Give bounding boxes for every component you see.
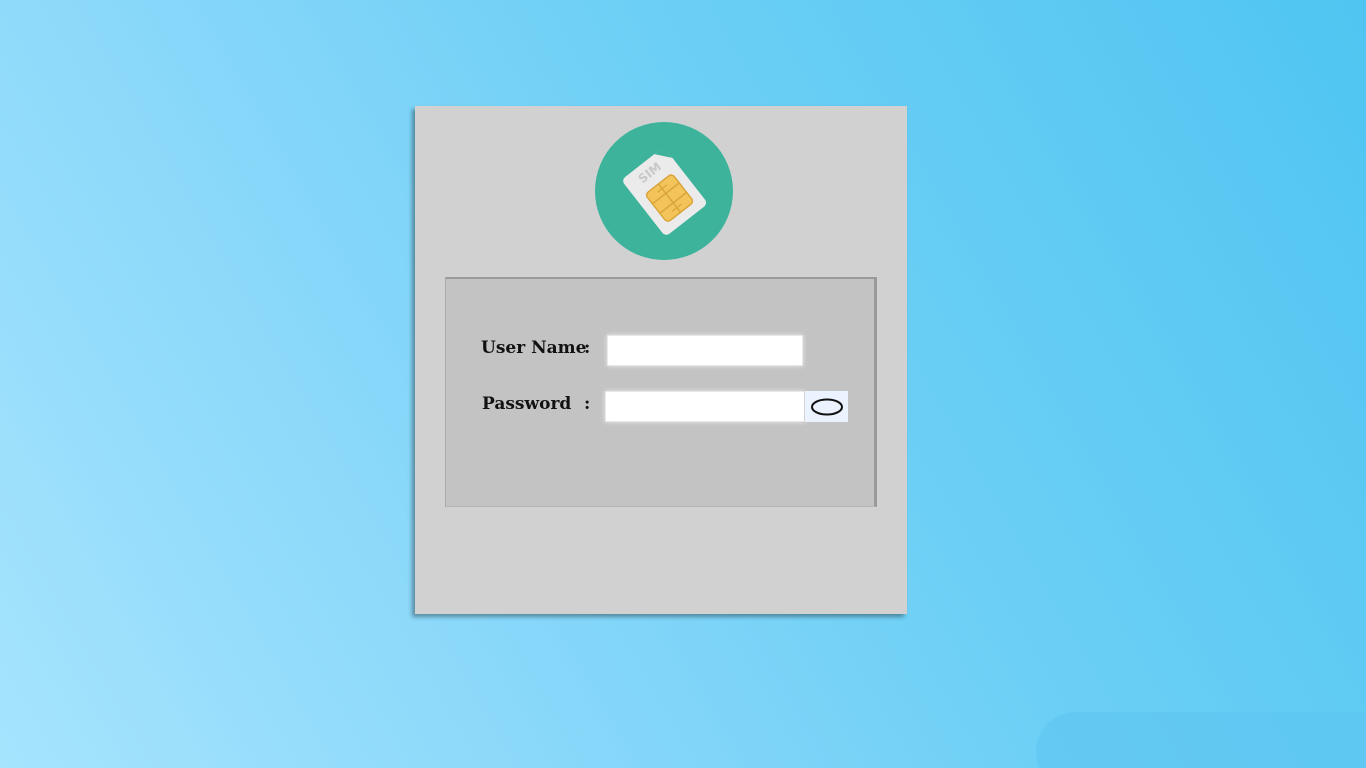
username-label: User Name <box>481 338 587 358</box>
password-input[interactable] <box>605 391 805 422</box>
background-decoration <box>1036 712 1366 768</box>
show-password-toggle[interactable] <box>804 391 848 422</box>
password-label: Password <box>482 394 572 414</box>
sim-card-icon: SIM <box>623 146 707 235</box>
password-separator: : <box>584 394 591 414</box>
username-separator: : <box>584 338 591 358</box>
eye-icon <box>810 398 843 415</box>
sim-card-logo: SIM <box>595 122 733 260</box>
login-form-panel: User Name : Password : <box>445 277 877 507</box>
login-card: SIM User Name : Password : <box>415 106 907 614</box>
username-input[interactable] <box>607 335 803 366</box>
